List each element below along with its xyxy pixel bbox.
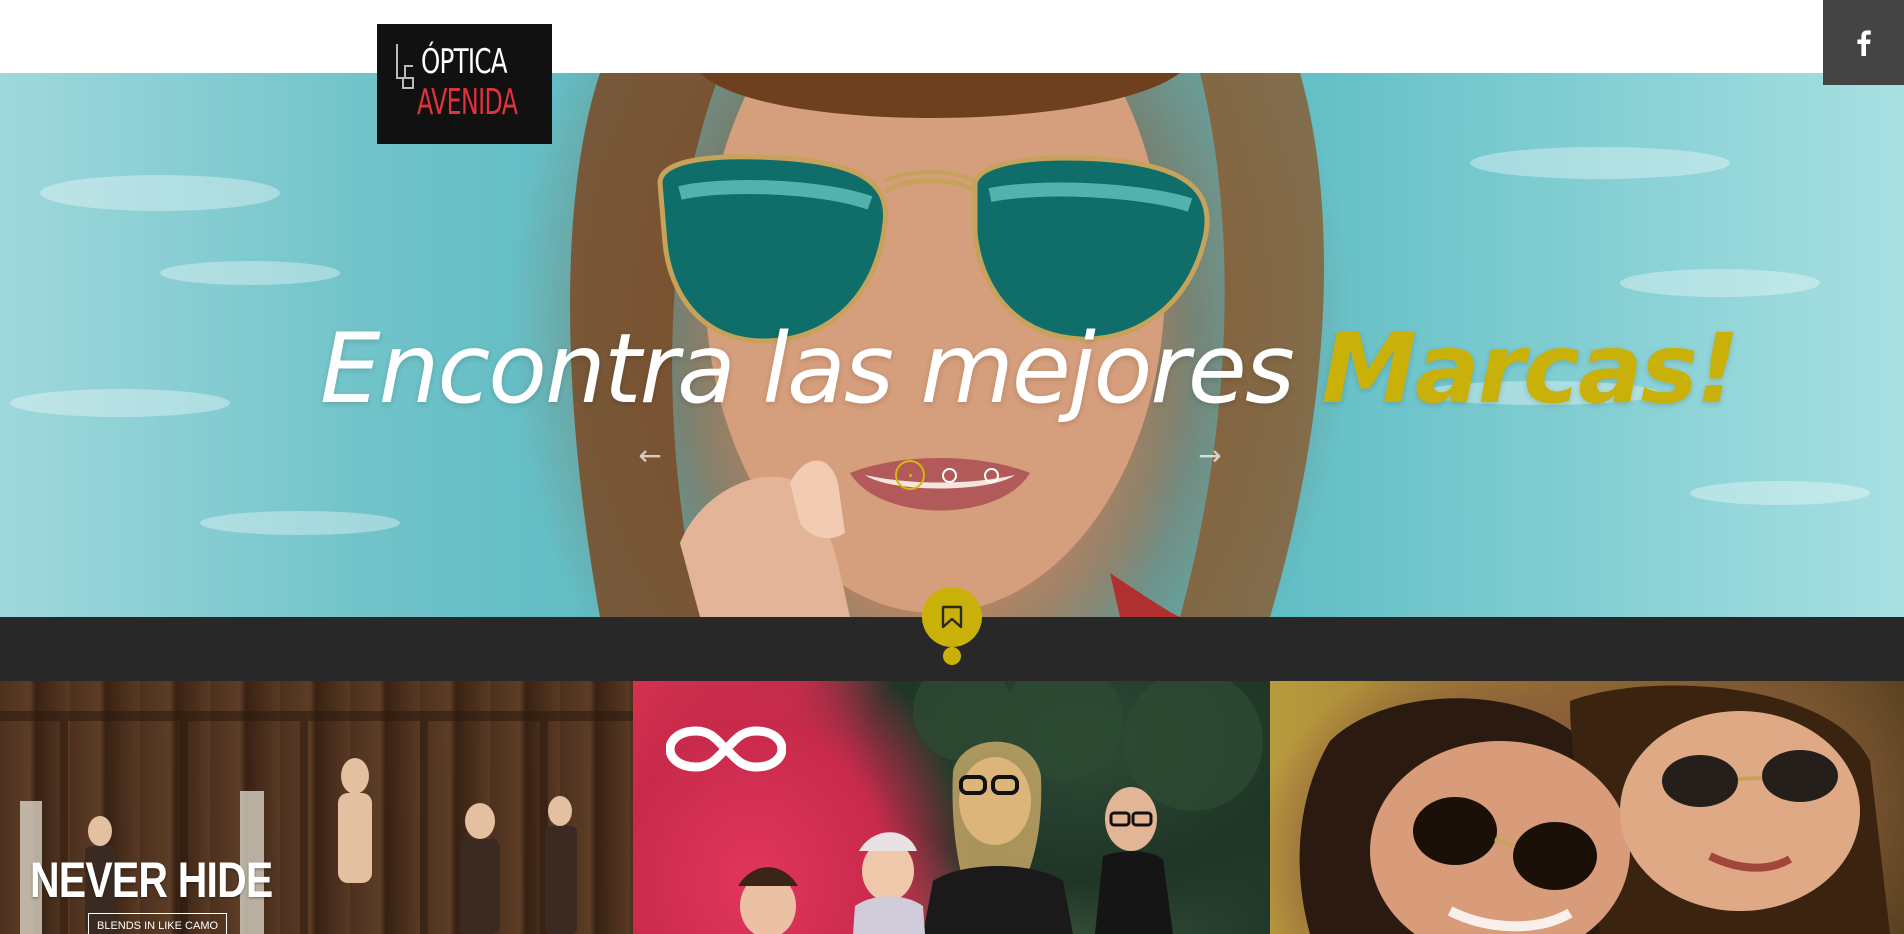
gallery-tile-title: NEVER HIDE <box>30 852 273 908</box>
gallery-image-2 <box>738 681 1263 934</box>
hero-title-accent: Marcas! <box>1321 313 1739 425</box>
gallery-tile-subtitle: BLENDS IN LIKE CAMO <box>88 913 228 934</box>
infinity-icon <box>666 726 786 772</box>
hero-title: Encontra las mejores Marcas! <box>320 313 1740 425</box>
bookmark-icon <box>941 605 963 629</box>
hero-slider: Encontra las mejores Marcas! ← → <box>0 73 1904 617</box>
hero-title-main: Encontra las mejores <box>320 313 1322 425</box>
badge-pointer-dot <box>943 647 961 665</box>
brand-gallery: NEVER HIDE BLENDS IN LIKE CAMO <box>0 681 1904 934</box>
logo-text-line1: ÓPTICA <box>421 42 507 82</box>
slider-dot-3[interactable] <box>984 468 999 483</box>
slider-next-arrow[interactable]: → <box>1190 441 1230 471</box>
gallery-tile-never-hide[interactable]: NEVER HIDE BLENDS IN LIKE CAMO <box>0 681 633 934</box>
facebook-icon <box>1856 29 1871 56</box>
facebook-button[interactable] <box>1823 0 1904 85</box>
gallery-tile-sunglasses[interactable] <box>1270 681 1904 934</box>
top-bar <box>0 0 1904 73</box>
logo-mark-icon <box>396 44 414 89</box>
page: ÓPTICA AVENIDA Encontra las mejores Marc… <box>0 0 1904 934</box>
brand-logo[interactable]: ÓPTICA AVENIDA <box>377 24 552 144</box>
slider-dot-2[interactable] <box>942 468 957 483</box>
slider-dot-1[interactable] <box>895 460 925 490</box>
gallery-tile-infinit[interactable] <box>633 681 1270 934</box>
bookmark-badge[interactable] <box>922 587 982 647</box>
slider-prev-arrow[interactable]: ← <box>630 441 670 471</box>
logo-text-line2: AVENIDA <box>417 82 518 123</box>
gallery-image-3 <box>1299 685 1890 934</box>
